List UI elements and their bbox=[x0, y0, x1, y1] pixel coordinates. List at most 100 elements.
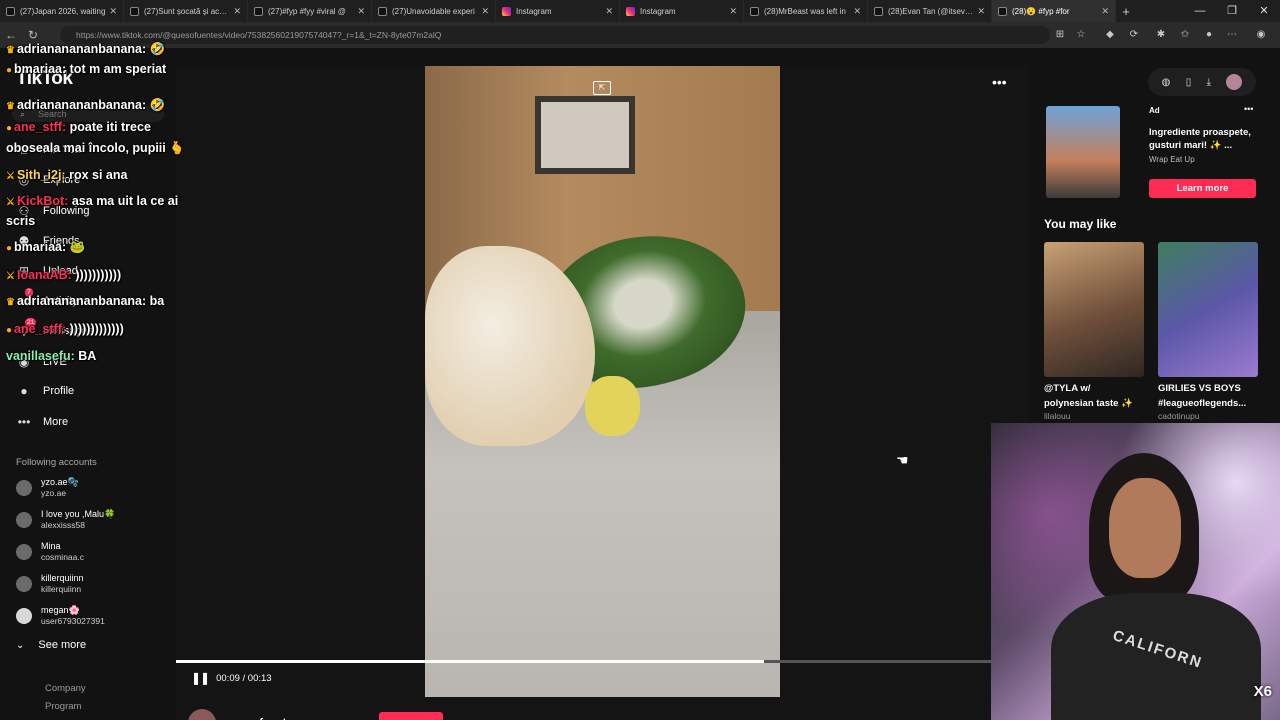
search-input[interactable]: ⌕ Search bbox=[12, 106, 164, 122]
reload-icon[interactable]: ↻ bbox=[22, 28, 44, 42]
tiktok-icon bbox=[254, 6, 263, 16]
tab-title: (27)#fyp #fyy #viral @ bbox=[268, 6, 346, 16]
close-icon[interactable]: ✕ bbox=[605, 6, 613, 17]
copilot-icon[interactable]: ◉ bbox=[1253, 26, 1269, 44]
sidebar-item-explore[interactable]: ◎ Explore bbox=[16, 170, 81, 190]
bookmark-star-icon[interactable]: ☆ bbox=[1073, 26, 1089, 44]
following-account[interactable]: killerquiinn killerquiinn bbox=[16, 572, 84, 596]
menu-icon[interactable]: ⋯ bbox=[1224, 26, 1240, 44]
sidebar-item-following[interactable]: ⚇ Following bbox=[16, 201, 90, 221]
browser-tab[interactable]: Instagram ✕ bbox=[496, 0, 620, 22]
new-tab-button[interactable]: + bbox=[1116, 4, 1136, 19]
browser-tab[interactable]: Instagram ✕ bbox=[620, 0, 744, 22]
sidebar-item-upload[interactable]: ⊞ Upload bbox=[16, 261, 78, 281]
recommendation-user: cadotinupu bbox=[1158, 411, 1200, 421]
close-window-icon[interactable]: ✕ bbox=[1248, 0, 1280, 22]
messages-icon: ▽ 21 bbox=[19, 318, 37, 338]
sidebar-item-label: Messages bbox=[43, 325, 94, 337]
instagram-icon bbox=[626, 6, 635, 16]
download-icon[interactable]: ⤓ bbox=[1207, 77, 1211, 88]
url-field[interactable]: https://www.tiktok.com/@quesofuentes/vid… bbox=[60, 26, 1050, 44]
close-icon[interactable]: ✕ bbox=[357, 6, 365, 17]
browser-tab[interactable]: (28)MrBeast was left in ✕ bbox=[744, 0, 868, 22]
back-icon[interactable]: ← bbox=[0, 28, 22, 42]
close-icon[interactable]: ✕ bbox=[1101, 6, 1109, 17]
more-icon: ••• bbox=[17, 415, 31, 429]
author-row[interactable]: quesofuentes bbox=[188, 709, 299, 720]
browser-tab[interactable]: (27)Sunt șocată și acum ✕ bbox=[124, 0, 248, 22]
close-icon[interactable]: ✕ bbox=[977, 6, 985, 17]
translate-icon[interactable]: ⊞ bbox=[1052, 26, 1068, 44]
playback-controls: ❚❚ 00:09 / 00:13 bbox=[191, 671, 272, 685]
footer-link[interactable]: Program bbox=[45, 701, 81, 712]
account-name: yzo.ae🫧 bbox=[41, 477, 79, 487]
screen: (27)Japan 2026, waiting ✕ (27)Sunt șocată… bbox=[0, 0, 1280, 720]
progress-fill bbox=[176, 660, 764, 663]
recommendation-card[interactable]: GIRLIES VS BOYS #leagueoflegends... cado… bbox=[1158, 242, 1258, 421]
sidebar-item-more[interactable]: ••• More bbox=[16, 412, 68, 432]
webcam-person: CALIFORN bbox=[1051, 443, 1261, 720]
sidebar-item-label: Friends bbox=[43, 235, 80, 247]
device-icon[interactable]: ▯ bbox=[1186, 77, 1192, 88]
following-account[interactable]: megan🌸 user6793027391 bbox=[16, 604, 105, 628]
ad-more-icon[interactable]: ••• bbox=[1244, 104, 1253, 114]
video-frame[interactable]: ⇱ bbox=[425, 66, 780, 697]
close-icon[interactable]: ✕ bbox=[729, 6, 737, 17]
recommendation-user: lilalouu bbox=[1044, 411, 1071, 421]
sidebar-item-friends[interactable]: ⚉ Friends bbox=[16, 231, 80, 251]
browser-tab[interactable]: (27)Unavoidable experi ✕ bbox=[372, 0, 496, 22]
browser-tab[interactable]: (27)#fyp #fyy #viral @ ✕ bbox=[248, 0, 372, 22]
top-right-toolbar: ◍ ▯ ⤓ bbox=[1148, 68, 1256, 96]
ad-label: Ad bbox=[1149, 106, 1160, 115]
close-icon[interactable]: ✕ bbox=[233, 6, 241, 17]
account-username: alexxisss58 bbox=[41, 520, 85, 530]
close-icon[interactable]: ✕ bbox=[109, 6, 117, 17]
more-options-icon[interactable]: ••• bbox=[992, 74, 1007, 90]
close-icon[interactable]: ✕ bbox=[481, 6, 489, 17]
following-account[interactable]: yzo.ae🫧 yzo.ae bbox=[16, 476, 79, 500]
picture-in-picture-icon[interactable]: ⇱ bbox=[593, 81, 611, 95]
learn-more-button[interactable]: Learn more bbox=[1149, 179, 1256, 198]
follow-button[interactable] bbox=[379, 712, 443, 720]
progress-bar[interactable] bbox=[176, 660, 1028, 663]
ad-title[interactable]: Ingrediente proaspete, gusturi mari! ✨ .… bbox=[1149, 126, 1257, 152]
sidebar-item-messages[interactable]: ▽ 21 Messages bbox=[16, 318, 94, 341]
favorites-icon[interactable]: ✩ bbox=[1177, 26, 1193, 44]
notification-badge: 7 bbox=[25, 288, 33, 297]
coins-icon[interactable]: ◍ bbox=[1162, 77, 1171, 88]
browser-tab[interactable]: (28)Evan Tan (@itsevan ✕ bbox=[868, 0, 992, 22]
browser-tab-active[interactable]: (28)😮 #fyp #for ✕ bbox=[992, 0, 1116, 22]
extension-icon[interactable]: ◆ bbox=[1102, 26, 1118, 44]
ad-thumbnail[interactable] bbox=[1046, 106, 1120, 198]
sidebar-item-profile[interactable]: ● Profile bbox=[16, 381, 74, 401]
footer-link[interactable]: Company bbox=[45, 683, 86, 694]
user-avatar[interactable] bbox=[1226, 74, 1243, 90]
browser-tab-bar: (27)Japan 2026, waiting ✕ (27)Sunt șocată… bbox=[0, 0, 1280, 22]
chevron-down-icon: ⌄ bbox=[16, 640, 25, 651]
sidebar-item-for-you[interactable]: ⌂ For You bbox=[16, 140, 81, 160]
pause-icon[interactable]: ❚❚ bbox=[191, 671, 210, 685]
tiktok-logo[interactable]: TikTok bbox=[16, 68, 73, 90]
refresh-extension-icon[interactable]: ⟳ bbox=[1126, 26, 1142, 44]
avatar bbox=[16, 608, 32, 624]
notification-badge: 21 bbox=[25, 318, 37, 327]
tiktok-icon bbox=[998, 6, 1007, 16]
following-account[interactable]: Mina cosminaa.c bbox=[16, 540, 84, 564]
sidebar-item-activity[interactable]: ▭ 7 Activity bbox=[16, 288, 78, 311]
profile-avatar-icon[interactable]: ● bbox=[1201, 26, 1217, 44]
puzzle-icon[interactable]: ✱ bbox=[1153, 26, 1169, 44]
combo-counter: X6 bbox=[1253, 683, 1272, 700]
live-icon: ◉ bbox=[18, 355, 30, 369]
restore-icon[interactable]: ❐ bbox=[1216, 0, 1248, 22]
video-player[interactable]: ⇱ ••• ❚❚ 00:09 / 00:13 ☚ quesofuentes bbox=[176, 66, 1028, 720]
avatar bbox=[16, 576, 32, 592]
close-icon[interactable]: ✕ bbox=[853, 6, 861, 17]
sidebar-item-label: Profile bbox=[43, 385, 75, 397]
following-account[interactable]: I love you ,Malu🍀 alexxisss58 bbox=[16, 508, 115, 532]
see-more-button[interactable]: ⌄ See more bbox=[16, 639, 86, 651]
webcam-face bbox=[1109, 478, 1181, 578]
sidebar-item-live[interactable]: ◉ LIVE bbox=[16, 352, 67, 372]
recommendation-card[interactable]: @TYLA w/ polynesian taste ✨ lilalouu bbox=[1044, 242, 1144, 421]
minimize-icon[interactable]: — bbox=[1184, 0, 1216, 22]
browser-tab[interactable]: (27)Japan 2026, waiting ✕ bbox=[0, 0, 124, 22]
